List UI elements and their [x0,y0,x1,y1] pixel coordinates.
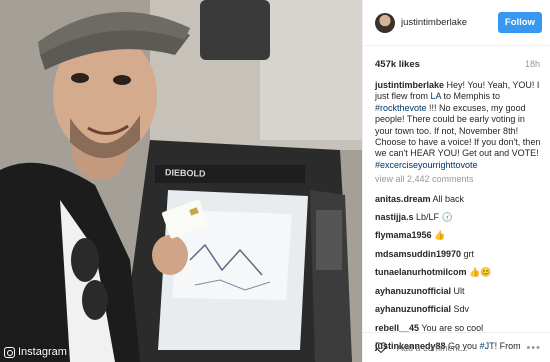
comment-text: Sdv [451,304,470,315]
credit-text: Instagram [18,346,67,358]
comment-list: anitas.dream All back nastijja.s Lb/LF 🕜… [363,186,550,353]
comment-item: tunaelanurhotmilcom 👍😊 [375,267,542,278]
comment-item: mdsamsuddin19970 grt [375,249,542,260]
avatar[interactable] [375,12,395,33]
post-meta: 457k likes 18h [363,52,550,76]
comment-item: anitas.dream All back [375,194,542,205]
comment-text: You are so cool [419,322,484,333]
post-caption: justintimberlake Hey! You! Yeah, YOU! I … [363,76,550,171]
comment-username[interactable]: anitas.dream [375,194,431,204]
comment-username[interactable]: ayhanuzunofficial [375,286,451,296]
comment-text: 👍😊 [466,267,492,278]
post-photo[interactable]: DIEBOLD Instagram [0,0,362,362]
add-comment-input[interactable] [397,342,527,353]
view-all-comments-link[interactable]: view all 2,442 comments [363,171,550,185]
comment-username[interactable]: tunaelanurhotmilcom [375,267,467,277]
follow-button[interactable]: Follow [497,12,542,33]
comment-text: Ult [451,285,465,296]
caption-hashtag-rockthevote[interactable]: #rockthevote [375,103,427,113]
camera-icon [4,346,15,358]
add-comment-bar: ••• [363,332,550,362]
comment-username[interactable]: mdsamsuddin19970 [375,249,461,259]
comment-item: nastijja.s Lb/LF 🕜 [375,212,542,223]
heart-icon[interactable] [375,342,387,353]
comment-item: flymama1956 👍 [375,230,542,241]
comment-username[interactable]: ayhanuzunofficial [375,304,451,314]
header-username[interactable]: justintimberlake [401,17,498,28]
comment-username[interactable]: flymama1956 [375,230,432,240]
comment-item: ayhanuzunofficial Sdv [375,304,542,315]
comment-username[interactable]: nastijja.s [375,212,414,222]
comment-username[interactable]: rebell__45 [375,323,419,333]
comment-text: Lb/LF 🕜 [413,212,453,223]
comment-item: ayhanuzunofficial Ult [375,286,542,297]
post-panel: justintimberlake Follow 457k likes 18h j… [362,0,550,362]
comment-text: All back [430,193,465,204]
comment-text: 👍 [431,230,446,241]
caption-username[interactable]: justintimberlake [375,80,444,90]
selfie-image [0,0,362,362]
post-time[interactable]: 18h [525,59,540,69]
post-header: justintimberlake Follow [363,0,550,46]
caption-hashtag-excerciseyourrighttovote[interactable]: #excerciseyourrighttovote [375,160,478,170]
caption-link-la[interactable]: LA [431,91,442,101]
photo-credit: Instagram [4,346,67,358]
caption-text-2: to Memphis to [441,91,501,102]
machine-brand-label: DIEBOLD [164,167,206,179]
comment-text: grt [461,248,475,259]
likes-count[interactable]: 457k likes [375,59,420,70]
more-options-icon[interactable]: ••• [526,342,541,354]
